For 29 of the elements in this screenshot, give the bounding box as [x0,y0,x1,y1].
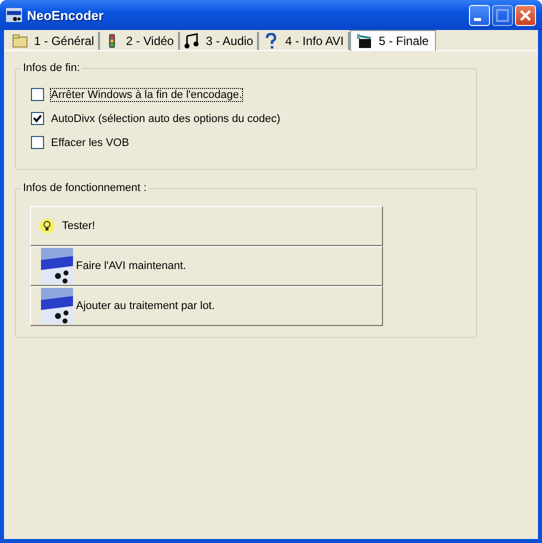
tab[interactable]: 2 - Vidéo [100,32,180,50]
maximize-button[interactable] [492,4,513,26]
action-button[interactable]: Ajouter au traitement par lot. [30,286,383,326]
close-button[interactable] [515,4,536,26]
tab[interactable]: 5 - Finale [350,30,436,51]
window-title: NeoEncoder [27,8,105,22]
light-bulb-icon [39,218,55,234]
checkbox-label[interactable]: AutoDivx (sélection auto des options du codec) [50,112,282,126]
checkbox[interactable] [31,88,44,101]
tab[interactable]: 1 - Général [8,32,100,50]
checkbox[interactable] [31,112,44,125]
close-icon [520,10,531,20]
clapperboard-icon [356,33,373,49]
checkbox-label[interactable]: Arrêter Windows à la fin de l'encodage. [50,88,244,102]
music-notes-icon [184,33,200,49]
tab[interactable]: 3 - Audio [180,32,260,50]
group-title: Infos de fonctionnement : [22,182,148,194]
logo-icon [41,288,73,324]
checkbox[interactable] [31,136,44,149]
group-title: Infos de fin: [22,62,81,74]
maximize-icon [496,8,509,22]
checkbox-label[interactable]: Effacer les VOB [50,136,130,150]
logo-icon [41,248,73,284]
app-icon [6,7,22,23]
folder-icon [12,33,28,49]
minimize-icon [474,18,481,20]
action-button[interactable]: Faire l'AVI maintenant. [30,246,383,286]
action-button[interactable]: Tester! [30,206,383,246]
minimize-button[interactable] [469,4,490,26]
